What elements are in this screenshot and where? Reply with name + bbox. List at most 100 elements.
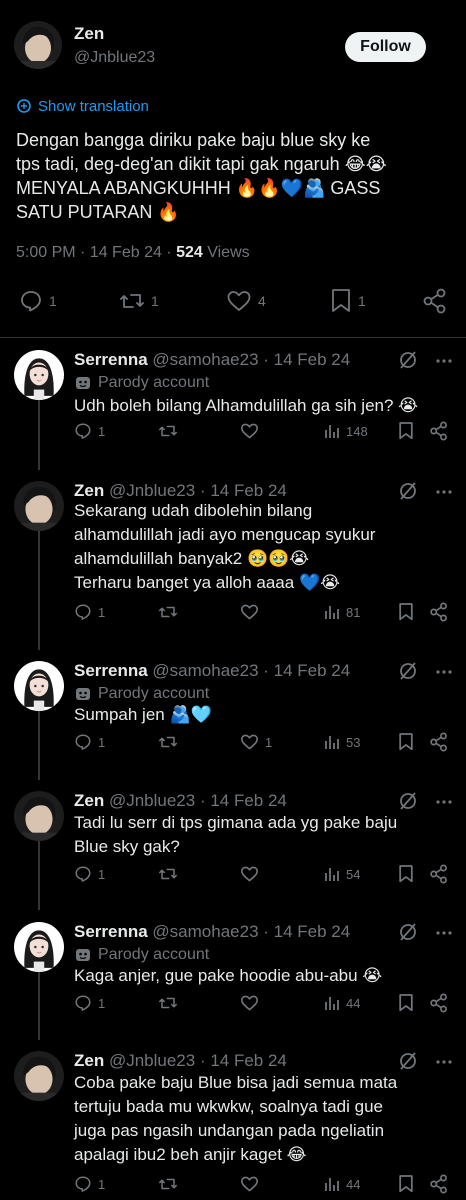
share-button[interactable]	[423, 286, 447, 316]
reply-button[interactable]: 1	[74, 602, 105, 622]
grok-icon[interactable]	[398, 350, 418, 370]
avatar[interactable]	[14, 481, 64, 531]
bookmark-button[interactable]	[398, 732, 414, 752]
reply-author-name[interactable]: Zen	[74, 481, 104, 500]
show-translation-link[interactable]: Show translation	[16, 96, 149, 116]
like-button[interactable]	[240, 1174, 265, 1194]
heart-icon	[240, 422, 259, 440]
views-button[interactable]: 53	[324, 732, 360, 752]
reply-handle-date[interactable]: @samohae23 · 14 Feb 24	[148, 350, 350, 369]
reply-handle-date[interactable]: @samohae23 · 14 Feb 24	[148, 661, 350, 680]
views-button[interactable]: 81	[324, 602, 360, 622]
reply-button[interactable]: 1	[74, 732, 105, 752]
reply-text: Kaga anjer, gue pake hoodie abu-abu 😭	[74, 964, 444, 988]
avatar[interactable]	[14, 661, 64, 711]
reply-author-name[interactable]: Serrenna	[74, 350, 148, 369]
avatar[interactable]	[14, 922, 64, 972]
like-button[interactable]	[240, 993, 265, 1013]
reply-author-name[interactable]: Zen	[74, 791, 104, 810]
more-options-icon[interactable]	[436, 670, 452, 674]
reply-author-name[interactable]: Serrenna	[74, 661, 148, 680]
repost-button[interactable]: 1	[119, 286, 159, 316]
bookmark-button[interactable]	[398, 602, 414, 622]
reply-button[interactable]: 1	[74, 1174, 105, 1194]
tweet-time[interactable]: 5:00 PM · 14 Feb 24 ·	[16, 244, 176, 261]
repost-button[interactable]	[158, 602, 184, 622]
share-button[interactable]	[430, 1174, 448, 1194]
like-button[interactable]	[240, 864, 265, 884]
share-button[interactable]	[430, 732, 448, 752]
like-button[interactable]	[240, 602, 265, 622]
reply-icon	[19, 289, 43, 313]
repost-button[interactable]	[158, 732, 184, 752]
repost-button[interactable]	[158, 864, 184, 884]
tweet-text-line: Dengan bangga diriku pake baju blue sky …	[16, 130, 371, 150]
views-button[interactable]: 54	[324, 864, 360, 884]
reply-author-name[interactable]: Zen	[74, 1051, 104, 1070]
more-options-icon[interactable]	[436, 490, 452, 494]
reply-actions: 1 1 53	[0, 732, 466, 752]
more-options-icon[interactable]	[436, 1060, 452, 1064]
views-button[interactable]: 44	[324, 1174, 360, 1194]
bookmark-icon	[330, 288, 352, 314]
reply-actions: 1 148	[0, 421, 466, 441]
follow-button[interactable]: Follow	[345, 32, 426, 62]
repost-icon	[119, 289, 145, 313]
grok-icon[interactable]	[398, 481, 418, 501]
reply-handle-date[interactable]: @Jnblue23 · 14 Feb 24	[104, 481, 287, 500]
avatar[interactable]	[14, 21, 62, 69]
reply-button[interactable]: 1	[74, 421, 105, 441]
repost-button[interactable]	[158, 421, 184, 441]
bookmark-button[interactable]: 1	[330, 286, 366, 316]
tweet-meta: 5:00 PM · 14 Feb 24 · 524 Views	[16, 244, 250, 262]
avatar[interactable]	[14, 791, 64, 841]
grok-icon[interactable]	[398, 791, 418, 811]
more-options-icon[interactable]	[436, 359, 452, 363]
bookmark-button[interactable]	[398, 421, 414, 441]
bookmark-button[interactable]	[398, 864, 414, 884]
avatar[interactable]	[14, 1051, 64, 1101]
reply-handle-date[interactable]: @samohae23 · 14 Feb 24	[148, 922, 350, 941]
author-name[interactable]: Zen	[74, 24, 104, 44]
share-button[interactable]	[430, 993, 448, 1013]
reply-text: Sumpah jen 🫂🩵	[74, 703, 444, 727]
bookmark-button[interactable]	[398, 993, 414, 1013]
views-count: 44	[346, 1176, 361, 1192]
author-handle[interactable]: @Jnblue23	[74, 49, 155, 67]
share-button[interactable]	[430, 602, 448, 622]
reply-icon	[74, 1175, 92, 1193]
views-icon	[324, 734, 340, 750]
reply-header: Serrenna @samohae23 · 14 Feb 24	[74, 661, 350, 681]
reply-count: 1	[98, 1176, 106, 1192]
avatar[interactable]	[14, 350, 64, 400]
more-options-icon[interactable]	[436, 931, 452, 935]
reply-icon	[74, 603, 92, 621]
views-button[interactable]: 148	[324, 421, 368, 441]
like-button[interactable]: 4	[226, 286, 266, 316]
views-count: 148	[346, 423, 368, 439]
reply-handle-date[interactable]: @Jnblue23 · 14 Feb 24	[104, 791, 287, 810]
grok-icon[interactable]	[398, 661, 418, 681]
reply-text-line: Kaga anjer, gue pake hoodie abu-abu 😭	[74, 966, 383, 985]
reply-count: 1	[98, 866, 106, 882]
bookmark-button[interactable]	[398, 1174, 414, 1194]
more-options-icon[interactable]	[436, 800, 452, 804]
repost-button[interactable]	[158, 993, 184, 1013]
share-button[interactable]	[430, 864, 448, 884]
reply-button[interactable]: 1	[74, 993, 105, 1013]
bookmark-icon	[398, 421, 414, 441]
grok-icon[interactable]	[398, 1051, 418, 1071]
grok-icon[interactable]	[398, 922, 418, 942]
reply-button[interactable]: 1	[19, 286, 57, 316]
reply-handle-date[interactable]: @Jnblue23 · 14 Feb 24	[104, 1051, 287, 1070]
repost-button[interactable]	[158, 1174, 184, 1194]
views-button[interactable]: 44	[324, 993, 360, 1013]
reply-count: 1	[98, 995, 106, 1011]
like-button[interactable]	[240, 421, 265, 441]
parody-label: Parody account	[74, 685, 209, 703]
reply-author-name[interactable]: Serrenna	[74, 922, 148, 941]
reply-button[interactable]: 1	[74, 864, 105, 884]
parody-text: Parody account	[98, 374, 210, 391]
share-button[interactable]	[430, 421, 448, 441]
like-button[interactable]: 1	[240, 732, 272, 752]
